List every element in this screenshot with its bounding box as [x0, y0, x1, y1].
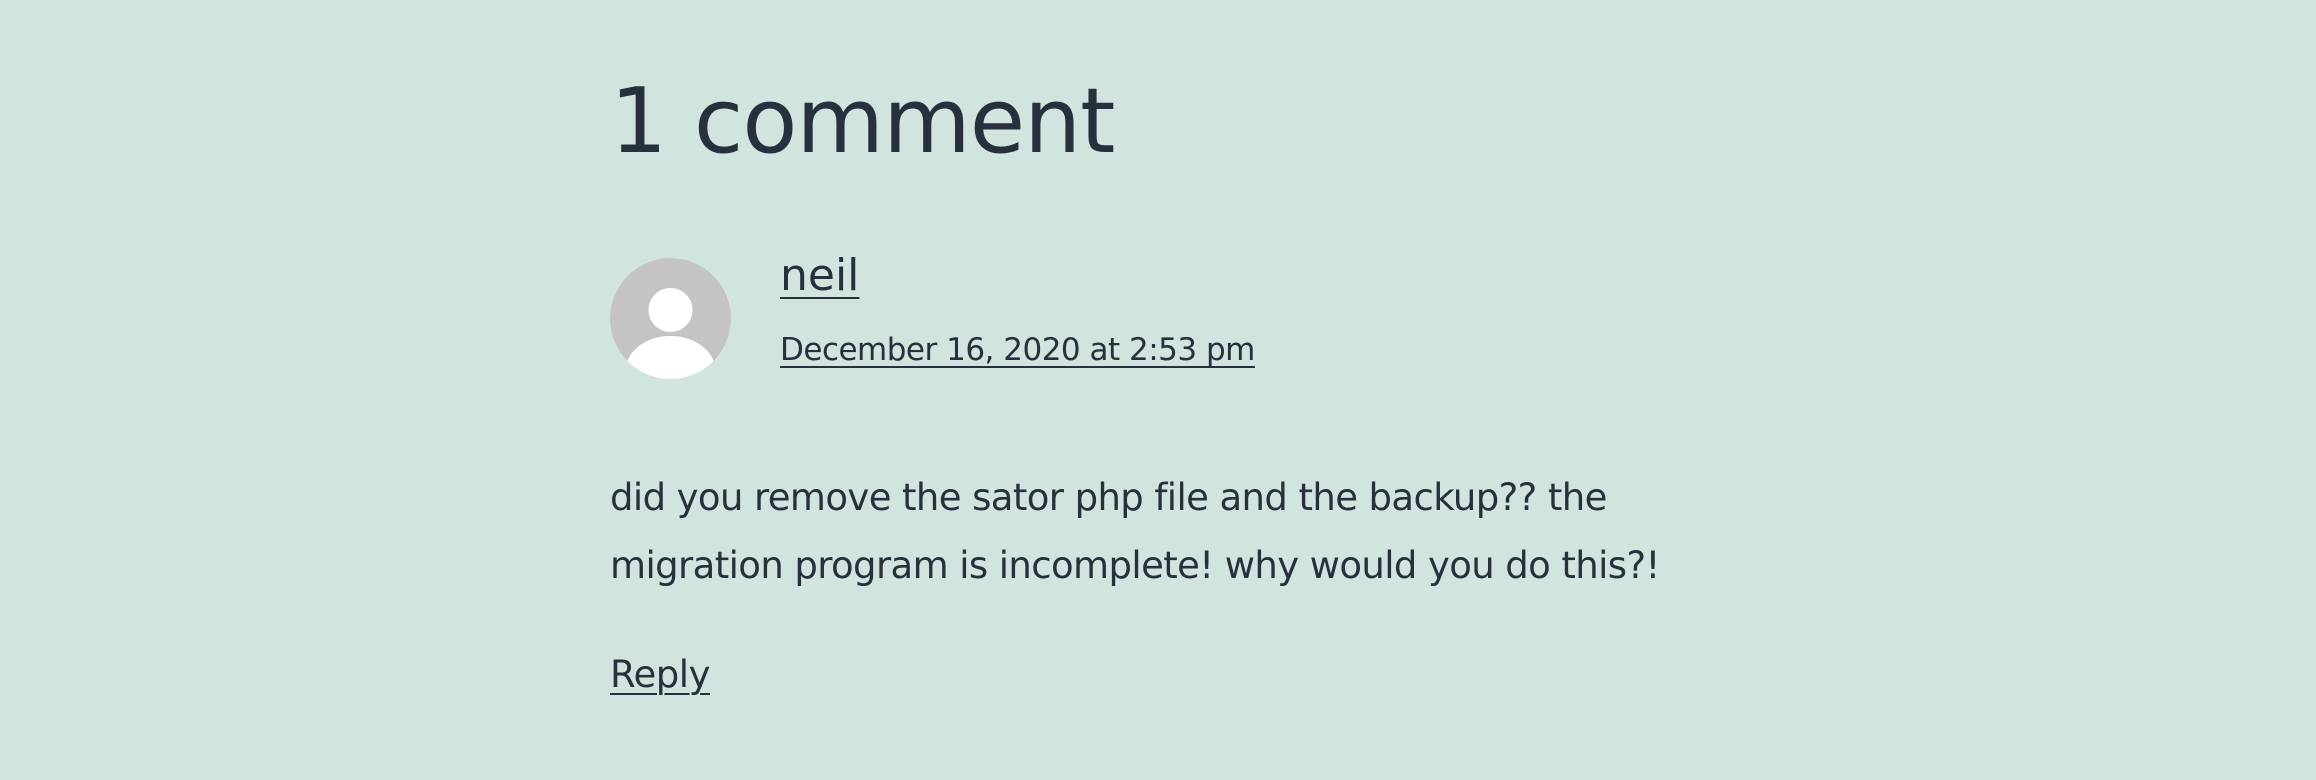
comments-section: 1 comment neil December 16, 2020 at 2:53… [610, 0, 1810, 780]
user-avatar-icon [610, 258, 731, 379]
reply-link[interactable]: Reply [610, 650, 710, 700]
comment-date-link[interactable]: December 16, 2020 at 2:53 pm [780, 328, 1255, 372]
comment-text: did you remove the sator php file and th… [610, 476, 1660, 587]
comment-author-link[interactable]: neil [780, 246, 859, 306]
comments-title: 1 comment [610, 69, 1115, 174]
